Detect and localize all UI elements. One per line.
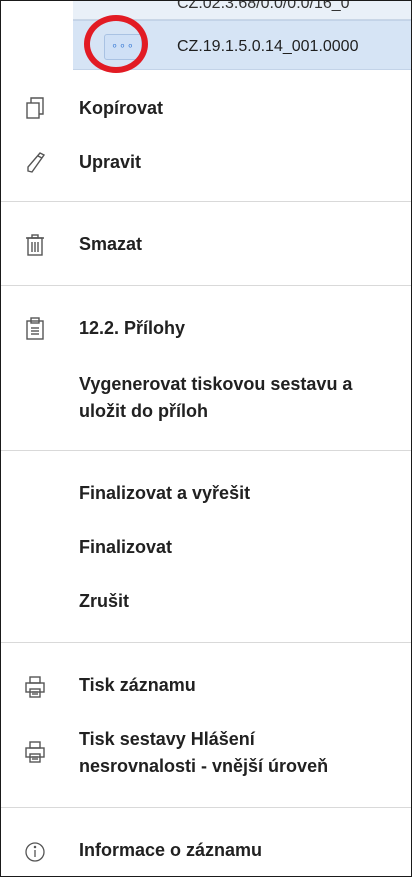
menu-item-finalize-label: Finalizovat <box>79 537 173 557</box>
copy-icon <box>23 96 47 120</box>
menu-item-copy[interactable]: Kopírovat <box>1 89 411 129</box>
row-code-previous: CZ.02.3.68/0.0/0.0/16_0 <box>177 1 350 12</box>
menu-item-print-report-label: Tisk sestavy Hlášení nesrovnalosti - vně… <box>79 729 329 776</box>
menu-item-finalize[interactable]: Finalizovat <box>1 528 411 568</box>
menu-divider <box>1 285 411 286</box>
printer-icon <box>23 675 47 699</box>
menu-item-generate-report[interactable]: Vygenerovat tiskovou sestavu a uložit do… <box>1 363 411 425</box>
pencil-icon <box>23 150 47 174</box>
menu-item-edit-label: Upravit <box>79 152 142 172</box>
menu-divider <box>1 642 411 643</box>
clipboard-icon <box>23 317 47 341</box>
menu-item-edit[interactable]: Upravit <box>1 143 411 183</box>
menu-item-finalize-resolve-label: Finalizovat a vyřešit <box>79 483 251 503</box>
menu-item-record-info-label: Informace o záznamu <box>79 840 263 860</box>
menu-item-attachments[interactable]: 12.2. Přílohy <box>1 309 411 349</box>
more-actions-button[interactable]: ∘∘∘ <box>104 34 142 60</box>
context-menu-screenshot: CZ.02.3.68/0.0/0.0/16_0 CZ.19.1.5.0.14_0… <box>0 0 412 877</box>
menu-item-print-record-label: Tisk záznamu <box>79 675 196 695</box>
row-code: CZ.19.1.5.0.14_001.0000 <box>177 38 359 55</box>
menu-item-delete-label: Smazat <box>79 234 143 254</box>
menu-divider <box>1 807 411 808</box>
menu-item-delete[interactable]: Smazat <box>1 225 411 265</box>
menu-item-cancel[interactable]: Zrušit <box>1 582 411 622</box>
menu-item-cancel-label: Zrušit <box>79 591 130 611</box>
menu-item-print-record[interactable]: Tisk záznamu <box>1 666 411 706</box>
menu-item-finalize-resolve[interactable]: Finalizovat a vyřešit <box>1 474 411 514</box>
menu-divider <box>1 450 411 451</box>
menu-item-record-info[interactable]: Informace o záznamu <box>1 831 411 871</box>
menu-divider <box>1 201 411 202</box>
menu-item-print-report[interactable]: Tisk sestavy Hlášení nesrovnalosti - vně… <box>1 720 411 782</box>
menu-item-generate-report-label: Vygenerovat tiskovou sestavu a uložit do… <box>79 374 353 421</box>
info-icon <box>23 840 47 864</box>
menu-item-copy-label: Kopírovat <box>79 98 164 118</box>
trash-icon <box>23 233 47 257</box>
table-row-previous[interactable]: CZ.02.3.68/0.0/0.0/16_0 <box>73 1 411 20</box>
menu-item-attachments-label: 12.2. Přílohy <box>79 318 186 338</box>
printer-icon <box>23 740 47 764</box>
